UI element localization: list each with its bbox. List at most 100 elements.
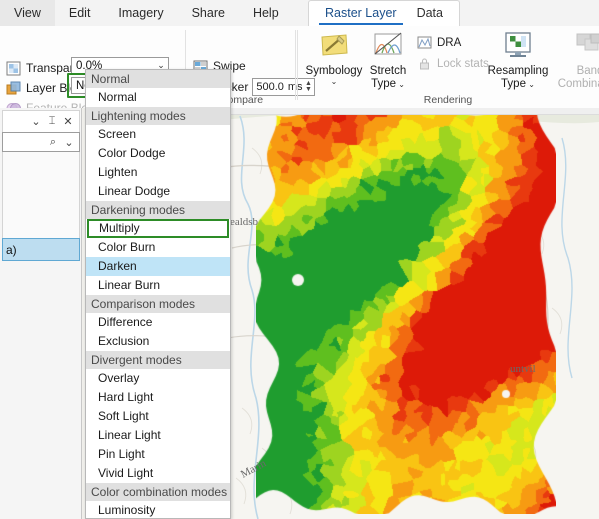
tab-data-label: Data <box>416 6 443 20</box>
dropdown-item-label: Luminosity <box>98 503 156 517</box>
dropdown-item-overlay[interactable]: Overlay <box>86 369 230 388</box>
symbology-label: Symbology <box>305 65 363 77</box>
dra-toggle[interactable]: DRA <box>417 35 461 50</box>
map-view[interactable]: Healdsb Marin untvil <box>222 108 599 519</box>
dropdown-item-color-burn[interactable]: Color Burn <box>86 238 230 257</box>
lock-icon <box>417 56 432 71</box>
pin-icon[interactable]: ⌶ <box>44 114 60 130</box>
map-label-yountville: untvil <box>510 363 536 375</box>
dropdown-item-multiply[interactable]: Multiply <box>87 219 229 238</box>
tab-raster-layer[interactable]: Raster Layer <box>315 2 407 26</box>
left-dock-panel: ⌄ ⌶ ✕ ⌕ ⌄ a) <box>0 108 82 519</box>
stretch-type-label-line2: Type <box>371 77 396 90</box>
dropdown-item-luminosity[interactable]: Luminosity <box>86 501 230 518</box>
dropdown-item-label: Linear Light <box>98 428 161 442</box>
layer-blend-dropdown-list[interactable]: Normal Normal Lightening modes Screen Color … <box>85 69 231 519</box>
dropdown-item-exclusion[interactable]: Exclusion <box>86 332 230 351</box>
tab-strip: View Edit Imagery Share Help Raster Layer Da… <box>0 0 599 27</box>
dropdown-item-label: Normal <box>98 90 137 104</box>
menu-tab-imagery[interactable]: Imagery <box>104 0 177 26</box>
dropdown-item-label: Darken <box>98 259 137 273</box>
dra-icon <box>417 35 432 50</box>
arcgis-pro-window: View Edit Imagery Share Help Raster Layer Da… <box>0 0 599 519</box>
tab-raster-layer-label: Raster Layer <box>325 6 397 20</box>
dropdown-item-darken[interactable]: Darken <box>86 257 230 276</box>
panel-content-list <box>2 152 80 252</box>
dropdown-item-label: Lighten <box>98 165 138 179</box>
menu-tab-view[interactable]: View <box>0 0 55 26</box>
dropdown-item-pin-light[interactable]: Pin Light <box>86 445 230 464</box>
stretch-type-button[interactable]: Stretch Type ⌄ <box>364 31 412 90</box>
close-icon[interactable]: ✕ <box>60 114 76 130</box>
dropdown-item-label: Pin Light <box>98 447 145 461</box>
dropdown-item-label: Difference <box>98 315 153 329</box>
map-top-strip <box>222 108 599 115</box>
dropdown-section-header: Darkening modes <box>86 201 230 219</box>
contextual-tab-group: Raster Layer Data <box>308 0 460 26</box>
dropdown-item-linear-light[interactable]: Linear Light <box>86 426 230 445</box>
menu-tab-label: Share <box>191 6 225 20</box>
main-menu-tabs: View Edit Imagery Share Help <box>0 0 293 26</box>
menu-tab-label: Edit <box>68 6 91 20</box>
menu-tab-share[interactable]: Share <box>178 0 239 26</box>
dropdown-item-normal[interactable]: Normal <box>86 88 230 107</box>
band-combination-icon <box>573 31 599 63</box>
tab-data[interactable]: Data <box>407 2 453 26</box>
menu-tab-help[interactable]: Help <box>239 0 293 26</box>
menu-tab-edit[interactable]: Edit <box>55 0 105 26</box>
dropdown-item-label: Exclusion <box>98 334 150 348</box>
dropdown-item-linear-dodge[interactable]: Linear Dodge <box>86 182 230 201</box>
chevron-down-icon[interactable]: ⌄ <box>396 80 405 89</box>
chevron-down-icon[interactable]: ⌄ <box>526 80 535 89</box>
dropdown-item-screen[interactable]: Screen <box>86 125 230 144</box>
dropdown-section-header: Normal <box>86 70 230 88</box>
active-tab-underline <box>319 23 403 25</box>
group-divider <box>295 30 296 100</box>
dra-label: DRA <box>437 36 462 49</box>
dropdown-item-label: Multiply <box>99 221 140 235</box>
panel-empty-area <box>2 261 80 517</box>
panel-selected-item-label: a) <box>6 242 17 257</box>
flicker-value: 500.0 <box>256 81 284 93</box>
search-chevron-down-icon[interactable]: ⌄ <box>61 134 77 150</box>
resampling-label-line1: Resampling <box>487 65 549 77</box>
dropdown-item-label: Overlay <box>98 371 140 385</box>
menu-tab-label: Imagery <box>118 6 164 20</box>
dropdown-item-linear-burn[interactable]: Linear Burn <box>86 276 230 295</box>
raster-layer-overlay <box>256 108 556 514</box>
panel-menu-chevron-icon[interactable]: ⌄ <box>28 114 44 130</box>
resampling-type-icon <box>501 31 535 63</box>
ribbon-group-rendering: Symbology ⌄ Stretch Type ⌄ DRA Lock stat… <box>297 26 599 107</box>
lock-stats-toggle: Lock stats <box>417 56 489 71</box>
dropdown-item-label: Color Dodge <box>98 146 166 160</box>
chevron-down-icon[interactable]: ⌄ <box>331 77 338 86</box>
panel-search-box[interactable]: ⌕ ⌄ <box>2 132 80 152</box>
dropdown-item-label: Linear Burn <box>98 278 161 292</box>
dropdown-item-soft-light[interactable]: Soft Light <box>86 407 230 426</box>
dropdown-item-label: Color Burn <box>98 240 156 254</box>
symbology-button[interactable]: Symbology ⌄ <box>305 31 363 86</box>
panel-selected-item[interactable]: a) <box>2 238 80 261</box>
rendering-group-label: Rendering <box>423 94 473 106</box>
symbology-icon <box>317 31 351 63</box>
dropdown-item-difference[interactable]: Difference <box>86 313 230 332</box>
band-combination-label-line2: Combination <box>557 77 599 90</box>
band-combination-button: Band Combination <box>552 31 599 90</box>
dropdown-section-header: Comparison modes <box>86 295 230 313</box>
dropdown-section-header: Lightening modes <box>86 107 230 125</box>
stretch-type-label-line1: Stretch <box>369 65 407 77</box>
resampling-type-button[interactable]: Resampling Type ⌄ <box>482 31 554 90</box>
resampling-label-line2: Type <box>501 77 526 90</box>
band-combination-label-line1: Band <box>576 65 599 77</box>
dropdown-item-label: Soft Light <box>98 409 149 423</box>
menu-tab-label: View <box>14 6 41 20</box>
menu-tab-label: Help <box>252 6 279 20</box>
dropdown-section-header: Divergent modes <box>86 351 230 369</box>
dropdown-item-color-dodge[interactable]: Color Dodge <box>86 144 230 163</box>
dropdown-item-label: Linear Dodge <box>98 184 171 198</box>
search-icon[interactable]: ⌕ <box>45 134 61 150</box>
dropdown-item-vivid-light[interactable]: Vivid Light <box>86 464 230 483</box>
dropdown-item-label: Hard Light <box>98 390 154 404</box>
dropdown-item-hard-light[interactable]: Hard Light <box>86 388 230 407</box>
dropdown-item-lighten[interactable]: Lighten <box>86 163 230 182</box>
